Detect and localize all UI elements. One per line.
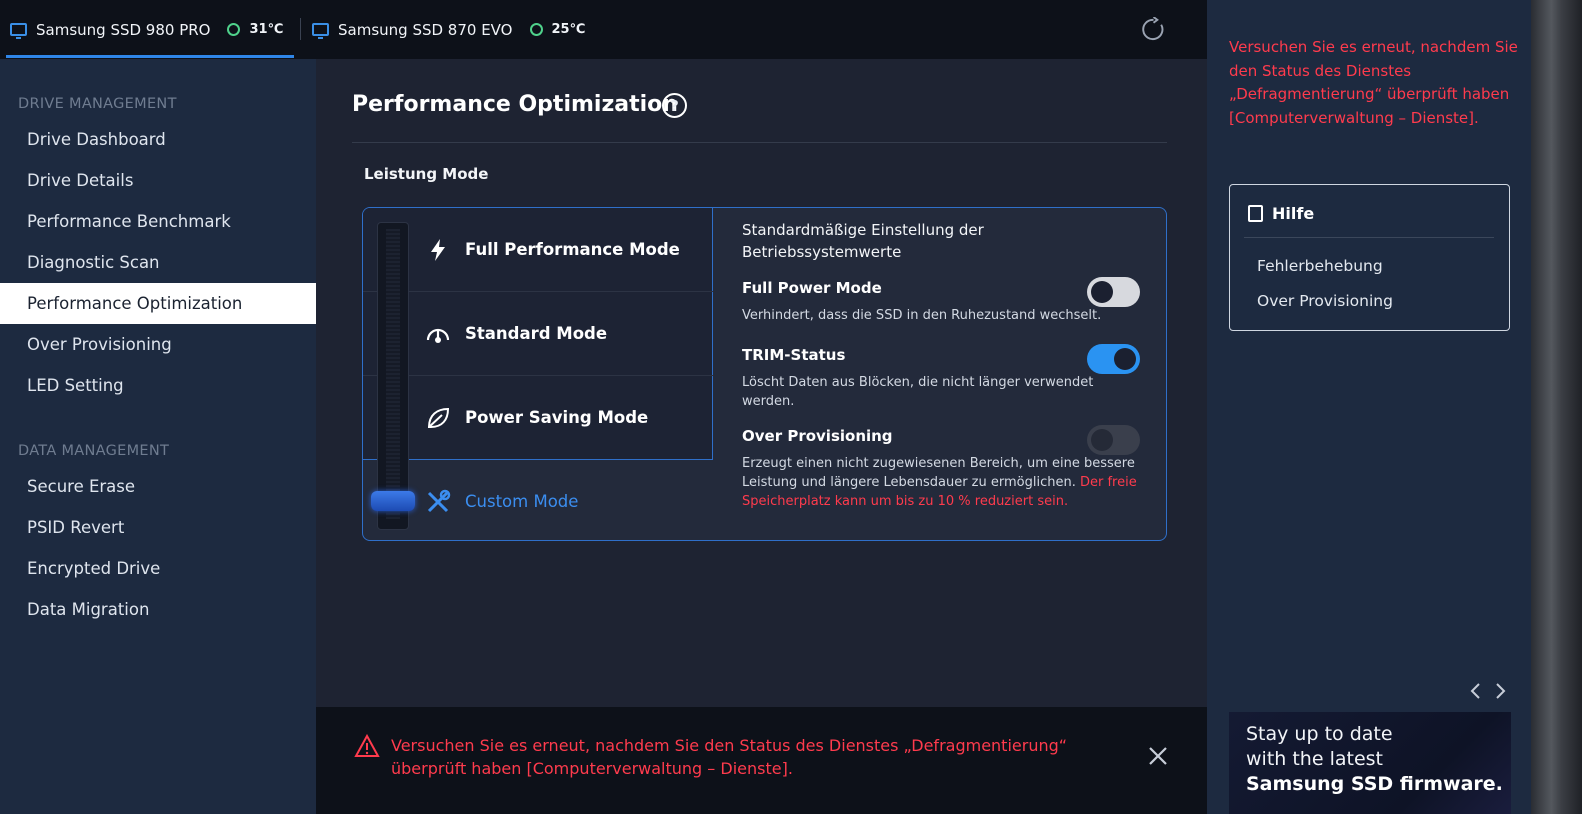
page-title: Performance Optimization bbox=[352, 92, 678, 117]
help-icon[interactable]: ? bbox=[662, 93, 687, 118]
sidebar-item-secure-erase[interactable]: Secure Erase bbox=[0, 466, 316, 507]
data-management-heading: DATA MANAGEMENT bbox=[18, 443, 170, 459]
sidebar-item-led-setting[interactable]: LED Setting bbox=[0, 365, 316, 406]
main-content: Performance Optimization ? Leistung Mode… bbox=[316, 59, 1207, 707]
warning-icon bbox=[354, 734, 380, 757]
refresh-icon[interactable] bbox=[1141, 17, 1166, 42]
monitor-icon bbox=[312, 23, 329, 39]
trim-status-toggle[interactable] bbox=[1087, 344, 1140, 374]
drive-tab-bar: Samsung SSD 980 PRO 31℃ Samsung SSD 870 … bbox=[0, 0, 1207, 59]
active-tab-indicator bbox=[6, 55, 294, 58]
help-box: Hilfe Fehlerbehebung Over Provisioning bbox=[1229, 184, 1510, 331]
help-link-fehlerbehebung[interactable]: Fehlerbehebung bbox=[1257, 257, 1383, 275]
mode-standard[interactable]: Standard Mode bbox=[363, 292, 713, 375]
mode-power-saving[interactable]: Power Saving Mode bbox=[363, 376, 713, 459]
monitor-icon bbox=[10, 23, 27, 39]
chevron-left-icon[interactable] bbox=[1469, 682, 1482, 700]
leaf-icon bbox=[427, 407, 450, 428]
tab-divider bbox=[300, 18, 301, 40]
banner-pager bbox=[1469, 682, 1507, 700]
speedometer-icon bbox=[426, 328, 450, 343]
book-icon bbox=[1248, 205, 1263, 222]
banner-line-1: Stay up to date bbox=[1246, 723, 1393, 745]
option-title: Full Power Mode bbox=[742, 279, 882, 297]
wrench-screwdriver-icon bbox=[427, 489, 451, 512]
mode-slider-track[interactable] bbox=[377, 222, 409, 530]
banner-line-3: Samsung SSD firmware. bbox=[1246, 773, 1503, 795]
sidebar-item-drive-details[interactable]: Drive Details bbox=[0, 160, 316, 201]
help-title: Hilfe bbox=[1272, 204, 1315, 223]
mode-details: Standardmäßige Einstellung der Betriebss… bbox=[713, 208, 1166, 540]
mode-slider-handle[interactable] bbox=[371, 491, 415, 511]
option-description: Löscht Daten aus Blöcken, die nicht läng… bbox=[742, 375, 1094, 409]
over-provisioning-toggle[interactable] bbox=[1087, 425, 1140, 455]
mode-label: Power Saving Mode bbox=[465, 408, 649, 427]
error-message: Versuchen Sie es erneut, nachdem Sie den… bbox=[391, 736, 1068, 778]
option-title: Over Provisioning bbox=[742, 427, 893, 445]
lightning-icon bbox=[431, 238, 445, 261]
background-edge bbox=[1531, 0, 1582, 814]
mode-label: Full Performance Mode bbox=[465, 240, 680, 259]
mode-label: Custom Mode bbox=[465, 492, 579, 511]
section-title: Leistung Mode bbox=[364, 165, 489, 183]
banner-line-2: with the latest bbox=[1246, 748, 1383, 770]
option-title: TRIM-Status bbox=[742, 346, 846, 364]
sidebar-item-performance-benchmark[interactable]: Performance Benchmark bbox=[0, 201, 316, 242]
sidebar-item-psid-revert[interactable]: PSID Revert bbox=[0, 507, 316, 548]
mode-label: Standard Mode bbox=[465, 324, 608, 343]
firmware-banner[interactable]: Stay up to date with the latest Samsung … bbox=[1229, 712, 1511, 814]
drive-name: Samsung SSD 870 EVO bbox=[338, 20, 513, 39]
drive-management-heading: DRIVE MANAGEMENT bbox=[18, 96, 177, 112]
full-power-mode-toggle[interactable] bbox=[1087, 277, 1140, 307]
sidebar: DRIVE MANAGEMENT Drive Dashboard Drive D… bbox=[0, 59, 316, 814]
drive-temperature: 25℃ bbox=[551, 22, 586, 37]
mode-description: Standardmäßige Einstellung der Betriebss… bbox=[742, 221, 984, 261]
temperature-status-icon bbox=[227, 23, 241, 36]
drive-tab-980-pro[interactable]: Samsung SSD 980 PRO 31℃ bbox=[10, 0, 283, 59]
sidebar-item-data-migration[interactable]: Data Migration bbox=[0, 589, 316, 630]
drive-temperature: 31℃ bbox=[249, 22, 284, 37]
panel-error-message: Versuchen Sie es erneut, nachdem Sie den… bbox=[1229, 38, 1518, 127]
mode-custom[interactable]: Custom Mode bbox=[363, 460, 713, 540]
sidebar-item-performance-optimization[interactable]: Performance Optimization bbox=[0, 283, 316, 324]
sidebar-item-drive-dashboard[interactable]: Drive Dashboard bbox=[0, 119, 316, 160]
close-icon[interactable] bbox=[1147, 745, 1169, 767]
right-panel: Versuchen Sie es erneut, nachdem Sie den… bbox=[1207, 0, 1531, 814]
help-header: Hilfe bbox=[1248, 204, 1314, 223]
title-divider bbox=[352, 142, 1167, 143]
sidebar-item-over-provisioning[interactable]: Over Provisioning bbox=[0, 324, 316, 365]
drive-tab-870-evo[interactable]: Samsung SSD 870 EVO 25℃ bbox=[312, 0, 585, 59]
chevron-right-icon[interactable] bbox=[1494, 682, 1507, 700]
sidebar-item-encrypted-drive[interactable]: Encrypted Drive bbox=[0, 548, 316, 589]
help-divider bbox=[1244, 237, 1494, 238]
error-notification-bar: Versuchen Sie es erneut, nachdem Sie den… bbox=[316, 707, 1207, 814]
option-description-text: Erzeugt einen nicht zugewiesenen Bereich… bbox=[742, 456, 1135, 490]
option-description: Erzeugt einen nicht zugewiesenen Bereich… bbox=[742, 454, 1142, 511]
mode-panel: Full Performance Mode Standard Mode Powe… bbox=[362, 207, 1167, 541]
sidebar-item-diagnostic-scan[interactable]: Diagnostic Scan bbox=[0, 242, 316, 283]
drive-name: Samsung SSD 980 PRO bbox=[36, 20, 211, 39]
temperature-status-icon bbox=[529, 23, 543, 36]
option-description: Verhindert, dass die SSD in den Ruhezust… bbox=[742, 308, 1102, 323]
help-link-over-provisioning[interactable]: Over Provisioning bbox=[1257, 292, 1393, 310]
mode-full-performance[interactable]: Full Performance Mode bbox=[363, 208, 713, 291]
